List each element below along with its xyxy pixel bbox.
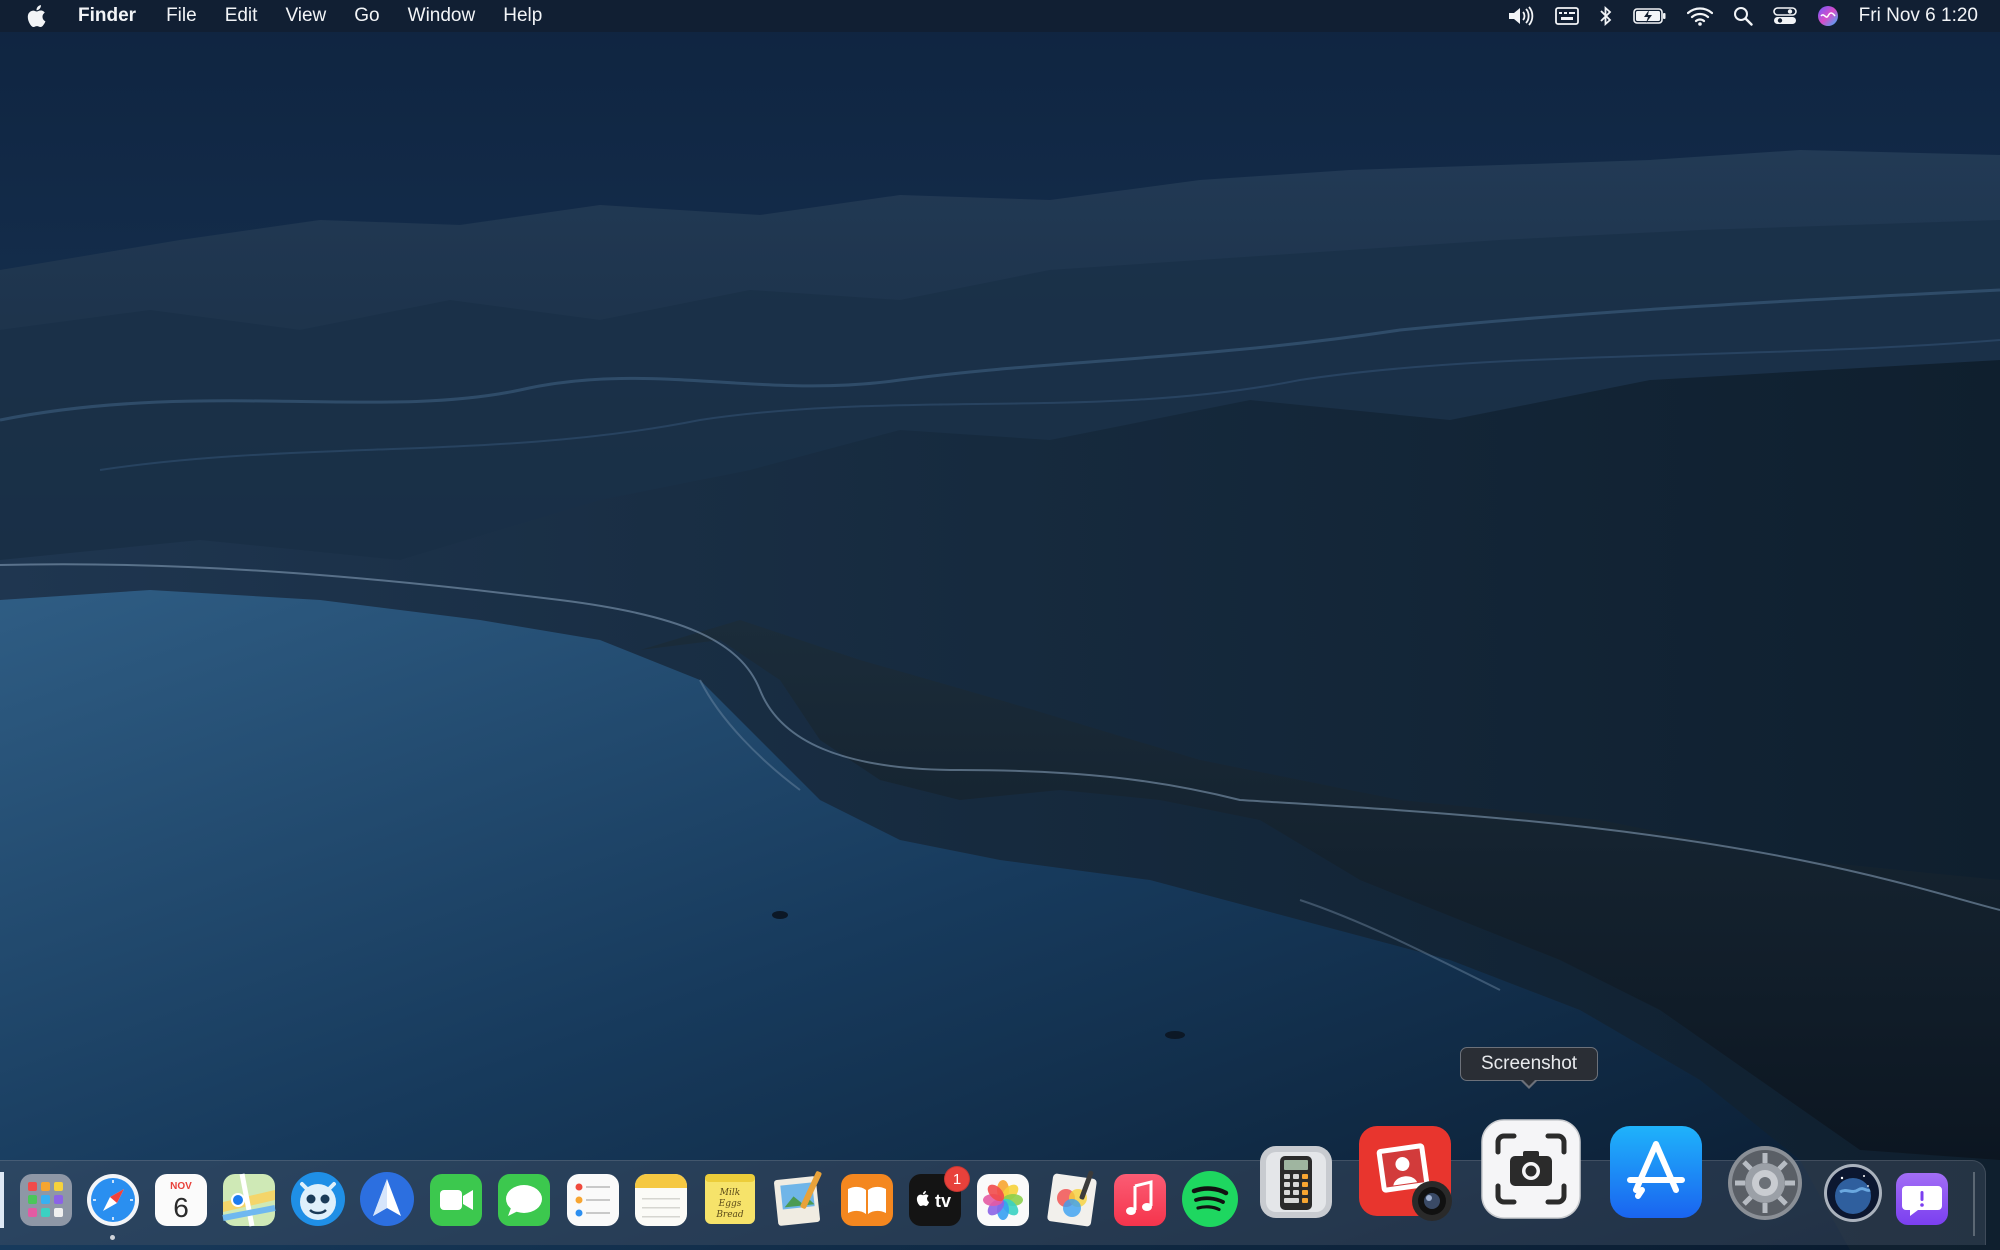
battery-charging-icon[interactable] xyxy=(1632,0,1667,32)
apple-menu-icon[interactable] xyxy=(27,0,53,32)
dock-launchpad-icon[interactable] xyxy=(20,1172,72,1228)
bluetooth-icon[interactable] xyxy=(1599,0,1613,32)
dock-tweetbot-icon[interactable] xyxy=(290,1170,346,1228)
calendar-month: NOV xyxy=(170,1181,192,1192)
calendar-day: 6 xyxy=(173,1192,189,1223)
siri-icon[interactable] xyxy=(1817,0,1839,32)
dock-tooltip: Screenshot xyxy=(1460,1047,1598,1081)
keyboard-brightness-icon[interactable] xyxy=(1554,0,1579,32)
menu-help[interactable]: Help xyxy=(503,5,542,27)
dock-spark-mail-icon[interactable] xyxy=(359,1170,415,1228)
apple-tv-notification-badge: 1 xyxy=(944,1166,970,1192)
volume-icon[interactable] xyxy=(1507,0,1535,32)
menu-file[interactable]: File xyxy=(166,5,197,27)
dock-calendar-icon[interactable]: NOV 6 xyxy=(154,1172,208,1228)
wifi-icon[interactable] xyxy=(1686,0,1713,32)
dock-messages-icon[interactable] xyxy=(497,1172,551,1228)
menu-go[interactable]: Go xyxy=(354,5,379,27)
status-area: Fri Nov 6 1:20 xyxy=(1487,0,1978,32)
apple-tv-label: tv xyxy=(935,1191,951,1211)
dock-maps-icon[interactable] xyxy=(222,1172,276,1228)
dock-safari-icon[interactable] xyxy=(86,1172,140,1228)
dock-divider xyxy=(1973,1172,1975,1236)
dock-screenshot-icon[interactable] xyxy=(1480,1118,1582,1220)
dock-photo-booth-icon[interactable] xyxy=(1357,1124,1457,1224)
dock-pixelmator-icon[interactable] xyxy=(1044,1170,1100,1228)
dock-calculator-icon[interactable] xyxy=(1258,1144,1334,1222)
dock-photos-icon[interactable] xyxy=(976,1172,1030,1228)
dock-night-sky-icon[interactable] xyxy=(1822,1162,1884,1224)
dock-safari-running-dot xyxy=(110,1235,115,1240)
spotlight-search-icon[interactable] xyxy=(1733,0,1753,32)
dock-feedback-assistant-icon[interactable] xyxy=(1894,1170,1950,1228)
menu-window[interactable]: Window xyxy=(408,5,476,27)
menu-clock[interactable]: Fri Nov 6 1:20 xyxy=(1859,5,1978,27)
dock-reminders-icon[interactable] xyxy=(566,1172,620,1228)
dock-app-store-icon[interactable] xyxy=(1608,1124,1704,1220)
stickies-line-3: Bread xyxy=(715,1210,744,1220)
dock-music-icon[interactable] xyxy=(1113,1172,1167,1228)
dock-system-preferences-icon[interactable] xyxy=(1726,1144,1804,1222)
dock-tooltip-arrow-fill xyxy=(1522,1079,1536,1086)
control-center-icon[interactable] xyxy=(1772,0,1797,32)
dock-facetime-icon[interactable] xyxy=(429,1172,483,1228)
menu-view[interactable]: View xyxy=(285,5,326,27)
menu-app-name[interactable]: Finder xyxy=(78,5,136,27)
stickies-line-2: Eggs xyxy=(718,1199,742,1209)
dock-stickies-icon[interactable]: Milk Eggs Bread xyxy=(702,1170,758,1228)
menu-edit[interactable]: Edit xyxy=(225,5,258,27)
stickies-line-1: Milk xyxy=(719,1188,740,1198)
dock-finder-icon[interactable] xyxy=(0,1172,4,1228)
dock-spotify-icon[interactable] xyxy=(1181,1170,1239,1228)
desktop-wallpaper xyxy=(0,0,2000,1250)
menu-bar: Finder File Edit View Go Window Help Fri… xyxy=(0,0,2000,32)
dock-notes-icon[interactable] xyxy=(634,1172,688,1228)
dock-books-icon[interactable] xyxy=(840,1172,894,1228)
dock-preview-icon[interactable] xyxy=(770,1168,826,1228)
